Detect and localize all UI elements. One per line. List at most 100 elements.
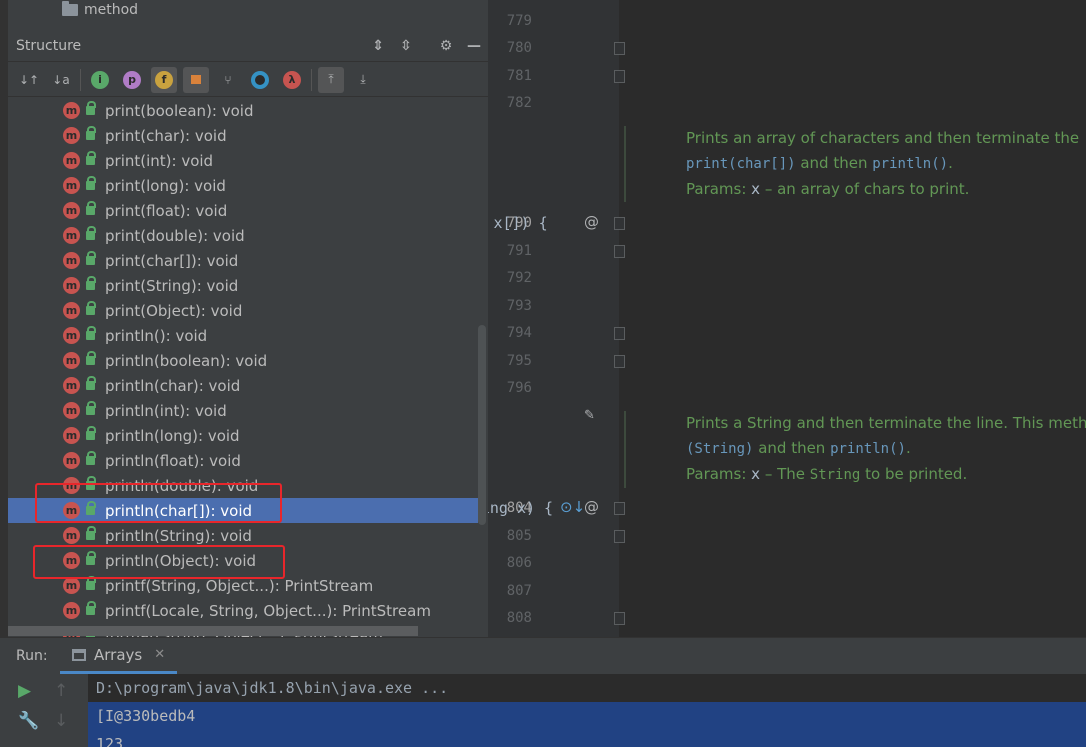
structure-row-label: print(char): void <box>105 126 227 145</box>
public-lock-icon <box>86 601 96 615</box>
implementation-icon[interactable]: ⊙↓ <box>560 498 585 516</box>
console-output[interactable]: D:\program\java\jdk1.8\bin\java.exe ... … <box>88 674 1086 747</box>
structure-row[interactable]: m print(char): void <box>8 123 478 148</box>
panel-title: Structure <box>16 37 82 54</box>
override-at-icon[interactable]: @ <box>584 498 599 516</box>
run-tab[interactable]: Arrays ✕ <box>60 638 178 674</box>
line-number: 782 <box>506 95 532 111</box>
public-lock-icon <box>86 101 96 115</box>
line-number: 807 <box>506 583 532 599</box>
structure-row[interactable]: m print(int): void <box>8 148 478 173</box>
gear-icon[interactable]: ⚙ <box>432 34 460 58</box>
console-line: D:\program\java\jdk1.8\bin\java.exe ... <box>96 679 449 697</box>
structure-row[interactable]: m println(int): void <box>8 398 478 423</box>
lambda-badge: λ <box>283 70 301 89</box>
line-number: 795 <box>506 353 532 369</box>
override-at-icon[interactable]: @ <box>584 213 599 231</box>
method-icon: m <box>63 427 80 444</box>
structure-row-label: println(long): void <box>105 426 240 445</box>
line-number: 794 <box>506 325 532 341</box>
structure-row[interactable]: m print(float): void <box>8 198 478 223</box>
public-lock-icon <box>86 526 96 540</box>
collapse-all-icon[interactable]: ⇳ <box>392 34 420 58</box>
sort-alpha-icon[interactable]: ↓a <box>48 67 74 93</box>
project-tree-item[interactable]: method <box>62 0 138 20</box>
minimize-icon[interactable]: — <box>460 34 488 58</box>
fold-marker-icon[interactable] <box>614 217 625 230</box>
structure-row-label: printf(String, Object...): PrintStream <box>105 576 374 595</box>
ide-window: method Structure ⇕ ⇳ ⚙ — ↓↑ ↓a i p f ⑂ λ… <box>0 0 1086 747</box>
fold-marker-icon[interactable] <box>614 42 625 55</box>
structure-row[interactable]: m print(long): void <box>8 173 478 198</box>
sort-visibility-icon[interactable]: ↓↑ <box>16 67 42 93</box>
show-non-public-icon[interactable] <box>183 66 209 93</box>
doc-comment: Prints a String and then terminate the l… <box>624 411 1086 488</box>
structure-row[interactable]: m println(boolean): void <box>8 348 478 373</box>
line-number: 793 <box>506 298 532 314</box>
show-anonymous-icon[interactable]: ⑂ <box>215 67 241 93</box>
structure-row[interactable]: m print(char[]): void <box>8 248 478 273</box>
run-label: Run: <box>16 648 48 664</box>
structure-panel: method Structure ⇕ ⇳ ⚙ — ↓↑ ↓a i p f ⑂ λ… <box>0 0 488 637</box>
inherited-badge: i <box>91 70 109 89</box>
fold-marker-icon[interactable] <box>614 612 625 625</box>
down-arrow-icon[interactable]: ↓ <box>54 711 68 731</box>
horizontal-scrollbar[interactable] <box>8 626 418 636</box>
rerun-icon[interactable]: ▶ <box>18 681 31 701</box>
public-lock-icon <box>86 126 96 140</box>
line-number: 792 <box>506 270 532 286</box>
structure-row-label: println(int): void <box>105 401 227 420</box>
fold-marker-icon[interactable] <box>614 355 625 368</box>
line-number: 808 <box>506 610 532 626</box>
console-icon <box>72 648 86 661</box>
fold-marker-icon[interactable] <box>614 70 625 83</box>
method-icon: m <box>63 402 80 419</box>
run-header: Run: Arrays ✕ <box>0 638 1086 674</box>
show-circles-icon[interactable] <box>247 67 273 93</box>
line-number: 791 <box>506 243 532 259</box>
run-panel: Run: Arrays ✕ ▶ ↑ 🔧 ↓ D:\program\java\jd… <box>0 637 1086 747</box>
fold-marker-icon[interactable] <box>614 502 625 515</box>
fold-marker-icon[interactable] <box>614 245 625 258</box>
structure-row[interactable]: m println(): void <box>8 323 478 348</box>
show-fields-icon[interactable]: f <box>151 66 177 93</box>
property-badge: p <box>123 70 141 89</box>
public-lock-icon <box>86 251 96 265</box>
folder-label: method <box>84 2 139 18</box>
structure-row[interactable]: m print(String): void <box>8 273 478 298</box>
structure-row[interactable]: m println(float): void <box>8 448 478 473</box>
show-properties-icon[interactable]: p <box>119 67 145 93</box>
wrench-icon[interactable]: 🔧 <box>18 711 39 731</box>
structure-row-label: print(long): void <box>105 176 226 195</box>
method-icon: m <box>63 527 80 544</box>
method-icon: m <box>63 327 80 344</box>
autoscroll-from-source-icon[interactable]: ⤓ <box>350 67 376 93</box>
structure-row[interactable]: m printf(Locale, String, Object...): Prin… <box>8 598 478 623</box>
lock-icon <box>191 75 201 84</box>
console-line: 123 <box>88 730 1086 747</box>
close-icon[interactable]: ✕ <box>154 647 165 662</box>
show-inherited-icon[interactable]: i <box>87 67 113 93</box>
structure-row-label: printf(Locale, String, Object...): Print… <box>105 601 431 620</box>
vertical-scrollbar[interactable] <box>478 325 486 525</box>
autoscroll-to-source-icon[interactable]: ⤒ <box>318 66 344 93</box>
edit-doc-icon[interactable]: ✎ <box>584 408 595 423</box>
structure-row[interactable]: m print(double): void <box>8 223 478 248</box>
doc-comment: Prints an array of characters and then t… <box>624 126 1086 202</box>
method-icon: m <box>63 177 80 194</box>
method-icon: m <box>63 152 80 169</box>
structure-row[interactable]: m println(long): void <box>8 423 478 448</box>
show-lambdas-icon[interactable]: λ <box>279 67 305 93</box>
structure-row-label: println(String): void <box>105 526 252 545</box>
public-lock-icon <box>86 376 96 390</box>
structure-row-label: println(char): void <box>105 376 241 395</box>
structure-row[interactable]: m print(boolean): void <box>8 98 478 123</box>
fold-marker-icon[interactable] <box>614 530 625 543</box>
up-arrow-icon[interactable]: ↑ <box>54 681 68 701</box>
structure-header: Structure ⇕ ⇳ ⚙ — <box>8 30 488 62</box>
code-editor[interactable]: 779 780 781 782 790 791 792 793 794 795 796 804 805 8… <box>488 0 1086 637</box>
expand-all-icon[interactable]: ⇕ <box>364 34 392 58</box>
fold-marker-icon[interactable] <box>614 327 625 340</box>
structure-row[interactable]: m print(Object): void <box>8 298 478 323</box>
structure-row[interactable]: m println(char): void <box>8 373 478 398</box>
